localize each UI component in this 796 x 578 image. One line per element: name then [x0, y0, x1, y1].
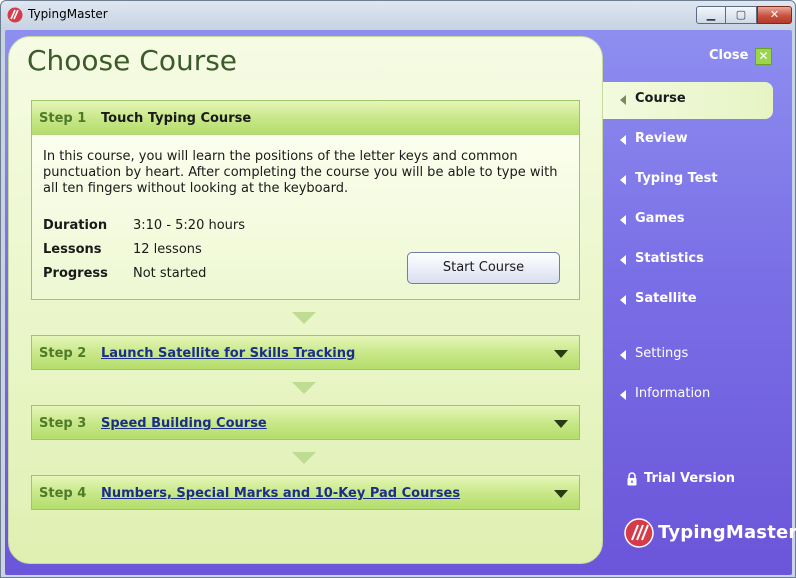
nav-label: Review [635, 131, 688, 146]
nav-label: Course [635, 91, 686, 106]
step-4-link[interactable]: Numbers, Special Marks and 10-Key Pad Co… [101, 486, 460, 501]
nav-item-typing-test[interactable]: Typing Test [603, 162, 793, 198]
left-arrow-icon [620, 295, 626, 305]
brand-logo-text: TypingMaster [658, 522, 796, 543]
nav-label: Satellite [635, 291, 697, 306]
progress-label: Progress [43, 266, 108, 281]
close-icon[interactable]: ✕ [755, 48, 772, 65]
duration-value: 3:10 - 5:20 hours [133, 218, 246, 233]
nav-label: Games [635, 211, 685, 226]
step-1-card: Step 1 Touch Typing Course In this cours… [31, 100, 580, 300]
nav-label: Typing Test [635, 171, 718, 186]
step-connector-arrow [292, 382, 316, 394]
typingmaster-app-icon [7, 7, 23, 23]
nav-item-statistics[interactable]: Statistics [603, 242, 793, 278]
step-4-card[interactable]: Step 4 Numbers, Special Marks and 10-Key… [31, 475, 580, 510]
step-3-card[interactable]: Step 3 Speed Building Course [31, 405, 580, 440]
step-3-link[interactable]: Speed Building Course [101, 416, 267, 431]
left-arrow-icon [620, 350, 626, 360]
step-number: Step 1 [39, 111, 87, 126]
expand-icon[interactable] [554, 420, 568, 428]
nav-item-settings[interactable]: Settings [603, 337, 793, 373]
nav-item-information[interactable]: Information [603, 377, 793, 413]
step-connector-arrow [292, 452, 316, 464]
minimize-button[interactable]: ▁ [696, 6, 726, 24]
nav-label: Statistics [635, 251, 704, 266]
step-number: Step 4 [39, 486, 87, 501]
trial-version-link[interactable]: Trial Version [644, 471, 735, 486]
step-number: Step 3 [39, 416, 87, 431]
step-1-header: Step 1 Touch Typing Course [32, 101, 579, 134]
step-1-body: In this course, you will learn the posit… [32, 134, 579, 299]
left-arrow-icon [620, 255, 626, 265]
left-arrow-icon [620, 390, 626, 400]
window-title: TypingMaster [28, 7, 108, 21]
lock-icon [627, 472, 637, 486]
lessons-label: Lessons [43, 242, 102, 257]
window-close-button[interactable]: ✕ [757, 6, 792, 24]
step-number: Step 2 [39, 346, 87, 361]
nav-label: Settings [635, 346, 689, 361]
step-2-link[interactable]: Launch Satellite for Skills Tracking [101, 346, 355, 361]
step-2-header[interactable]: Step 2 Launch Satellite for Skills Track… [32, 336, 579, 369]
nav-item-course[interactable]: Course [603, 82, 773, 119]
left-arrow-icon [620, 175, 626, 185]
duration-label: Duration [43, 218, 108, 233]
expand-icon[interactable] [554, 350, 568, 358]
left-arrow-icon [620, 95, 626, 105]
start-course-button[interactable]: Start Course [407, 252, 560, 284]
step-2-card[interactable]: Step 2 Launch Satellite for Skills Track… [31, 335, 580, 370]
progress-value: Not started [133, 266, 207, 281]
title-bar[interactable]: TypingMaster ▁ ▢ ✕ [1, 1, 795, 29]
expand-icon[interactable] [554, 490, 568, 498]
step-3-header[interactable]: Step 3 Speed Building Course [32, 406, 579, 439]
nav-item-games[interactable]: Games [603, 202, 793, 238]
left-arrow-icon [620, 135, 626, 145]
nav-item-review[interactable]: Review [603, 122, 793, 158]
close-link[interactable]: Close [709, 48, 748, 63]
nav-label: Information [635, 386, 711, 401]
course-description: In this course, you will learn the posit… [43, 149, 558, 196]
maximize-button[interactable]: ▢ [726, 6, 757, 24]
left-arrow-icon [620, 215, 626, 225]
nav-item-satellite[interactable]: Satellite [603, 282, 793, 318]
page-title: Choose Course [27, 44, 238, 77]
step-4-header[interactable]: Step 4 Numbers, Special Marks and 10-Key… [32, 476, 579, 509]
step-connector-arrow [292, 312, 316, 324]
lessons-value: 12 lessons [133, 242, 202, 257]
step-title: Touch Typing Course [101, 111, 252, 126]
typingmaster-logo-icon [624, 518, 654, 548]
